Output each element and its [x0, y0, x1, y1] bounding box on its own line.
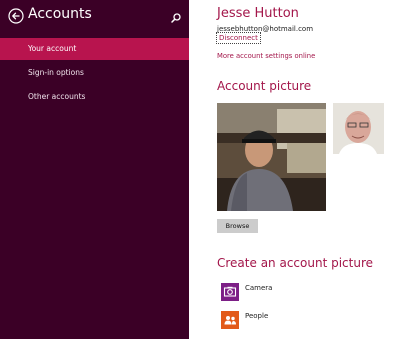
account-name: Jesse Hutton: [217, 6, 299, 21]
sidebar: Accounts Your account Sign-in options Ot…: [0, 0, 189, 339]
create-account-picture-heading: Create an account picture: [217, 256, 373, 270]
search-button[interactable]: [170, 9, 182, 23]
more-account-settings-link[interactable]: More account settings online: [217, 52, 315, 60]
back-arrow-icon: [8, 8, 24, 24]
sidebar-title: Accounts: [28, 6, 92, 22]
account-picture-heading: Account picture: [217, 79, 312, 93]
people-app-item[interactable]: People: [221, 311, 301, 329]
disconnect-link[interactable]: Disconnect: [216, 32, 261, 44]
browse-button[interactable]: Browse: [217, 219, 258, 233]
current-account-picture: [217, 103, 326, 211]
people-label: People: [245, 312, 269, 320]
people-icon: [221, 311, 239, 329]
previous-account-picture[interactable]: [333, 103, 384, 154]
sidebar-item-your-account[interactable]: Your account: [0, 38, 189, 60]
back-button[interactable]: [8, 8, 24, 24]
camera-app-item[interactable]: Camera: [221, 283, 301, 301]
search-icon: [171, 13, 181, 23]
sidebar-item-sign-in-options[interactable]: Sign-in options: [0, 62, 189, 84]
sidebar-item-other-accounts[interactable]: Other accounts: [0, 86, 189, 108]
camera-icon: [221, 283, 239, 301]
camera-label: Camera: [245, 284, 273, 292]
